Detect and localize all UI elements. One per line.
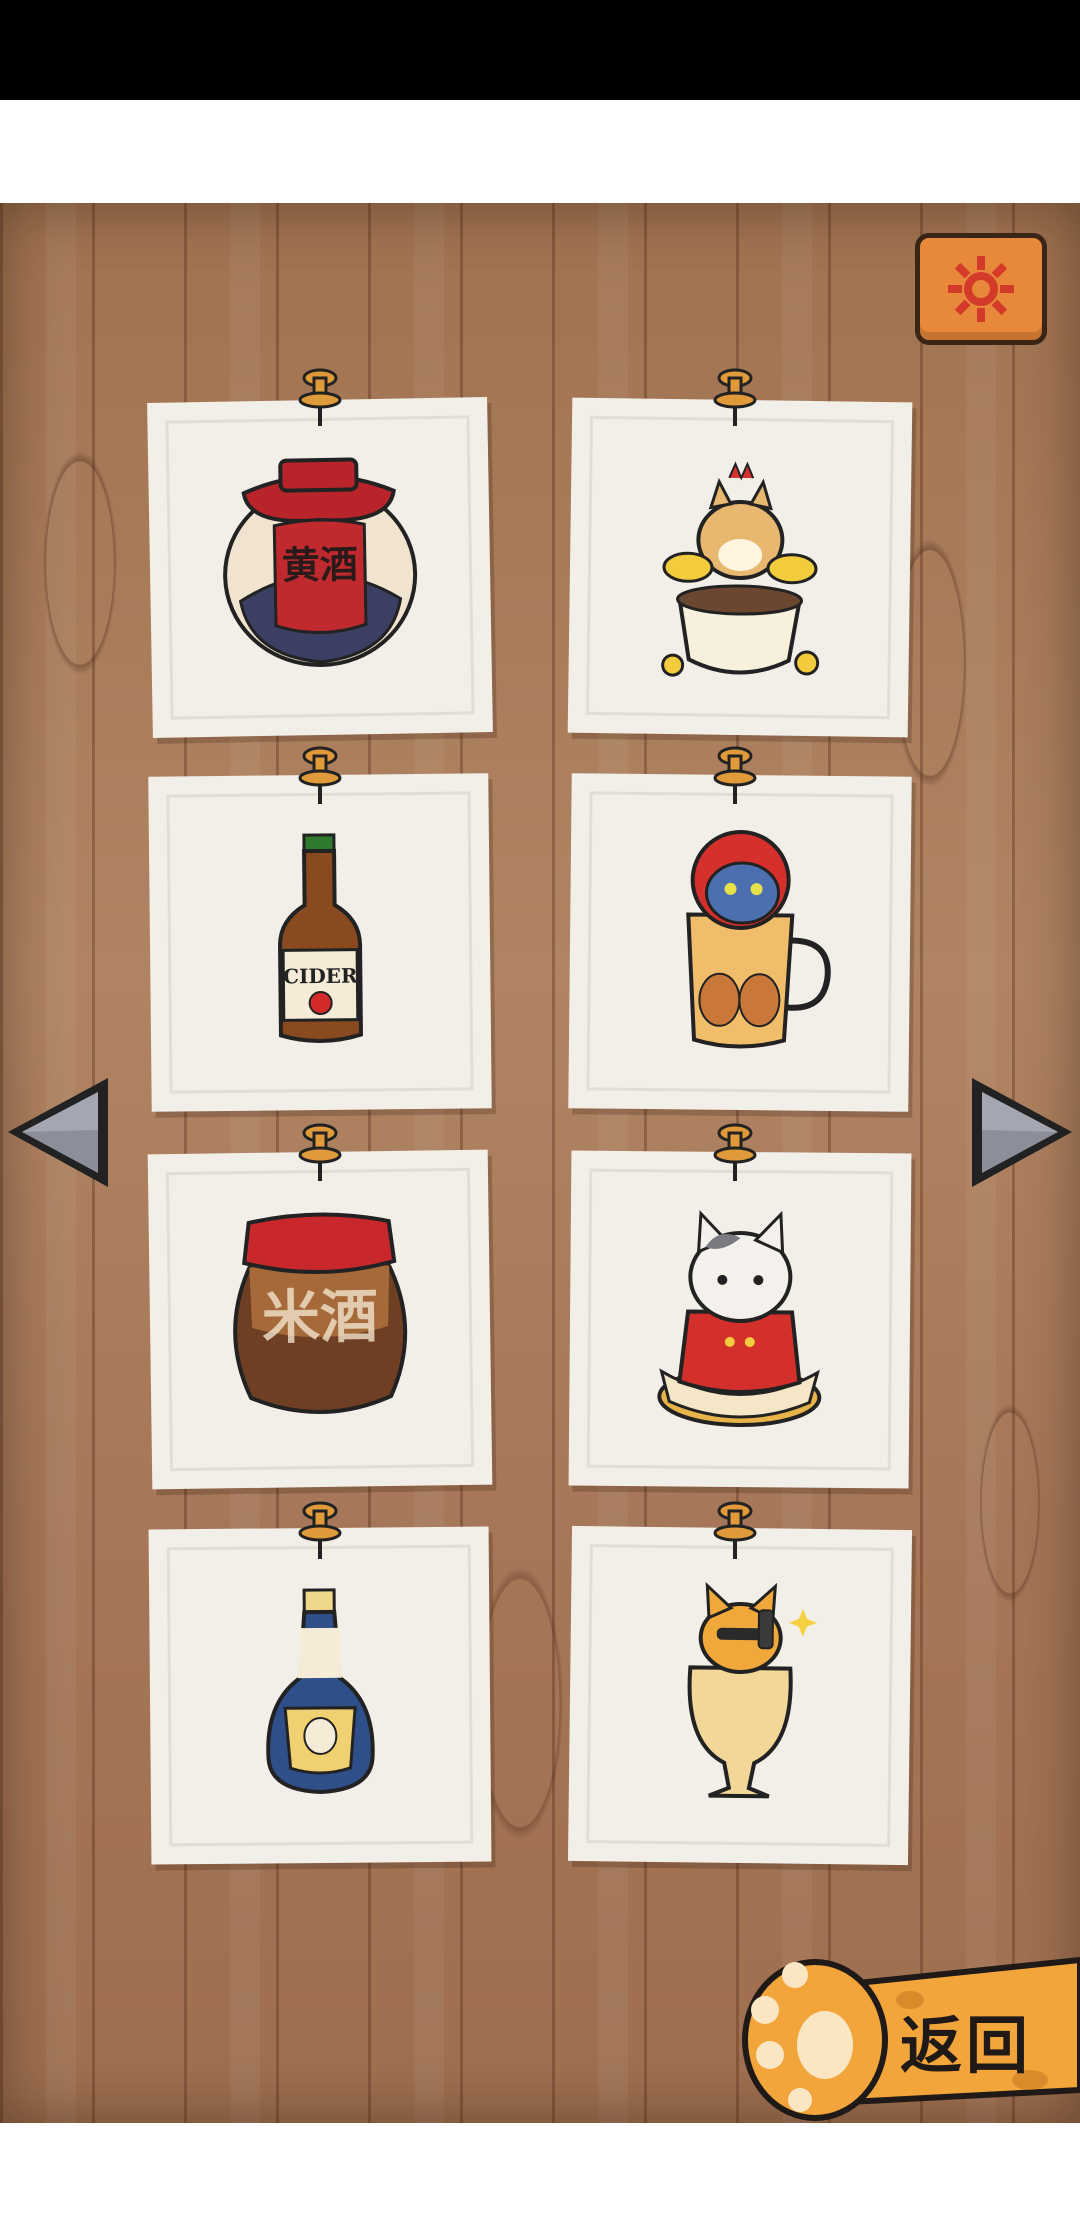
cider-label: CIDER bbox=[283, 964, 358, 989]
collection-card-orange-cat-glass[interactable] bbox=[567, 1525, 913, 1866]
pushpin-icon bbox=[298, 1123, 342, 1181]
pushpin-icon bbox=[298, 1501, 342, 1559]
top-banner-space bbox=[0, 100, 1080, 203]
bottom-space bbox=[0, 2123, 1080, 2228]
collection-card-blue-bottle[interactable] bbox=[148, 1526, 492, 1865]
settings-button[interactable] bbox=[915, 233, 1047, 345]
pushpin-icon bbox=[298, 368, 342, 426]
huangjiu-label: 黄酒 bbox=[282, 541, 359, 587]
pushpin-icon bbox=[713, 1501, 757, 1559]
collection-card-huangjiu[interactable]: 黄酒 bbox=[147, 397, 493, 738]
collection-card-cat-red-jacket[interactable] bbox=[568, 1150, 912, 1489]
collection-card-rice-wine[interactable]: 米酒 bbox=[147, 1149, 493, 1490]
next-page-button[interactable] bbox=[965, 1070, 1080, 1195]
pushpin-icon bbox=[298, 746, 342, 804]
orange-cat-in-cocktail-glass-image bbox=[687, 1581, 817, 1799]
huangjiu-jar-image: 黄酒 bbox=[223, 457, 418, 668]
blue-cat-in-beer-mug-image bbox=[686, 830, 831, 1049]
rice-wine-label: 米酒 bbox=[261, 1282, 378, 1352]
pushpin-icon bbox=[713, 1123, 757, 1181]
blue-liquor-bottle-image bbox=[266, 1588, 375, 1794]
gear-icon bbox=[948, 256, 1014, 322]
shiba-cat-in-teacup-image bbox=[661, 461, 820, 677]
collection-card-cider[interactable]: CIDER bbox=[148, 773, 492, 1112]
pushpin-icon bbox=[713, 368, 757, 426]
previous-page-button[interactable] bbox=[0, 1070, 115, 1195]
cider-bottle-image: CIDER bbox=[278, 833, 363, 1043]
back-button-label: 返回 bbox=[900, 2009, 1033, 2082]
cat-in-red-jacket-image bbox=[657, 1210, 822, 1428]
collection-card-blue-cat-mug[interactable] bbox=[568, 773, 912, 1112]
paw-icon bbox=[742, 1959, 888, 2121]
rice-wine-jar-image: 米酒 bbox=[233, 1212, 408, 1414]
status-bar bbox=[0, 0, 1080, 100]
collection-card-shiba-teacup[interactable] bbox=[567, 397, 913, 738]
pushpin-icon bbox=[713, 746, 757, 804]
